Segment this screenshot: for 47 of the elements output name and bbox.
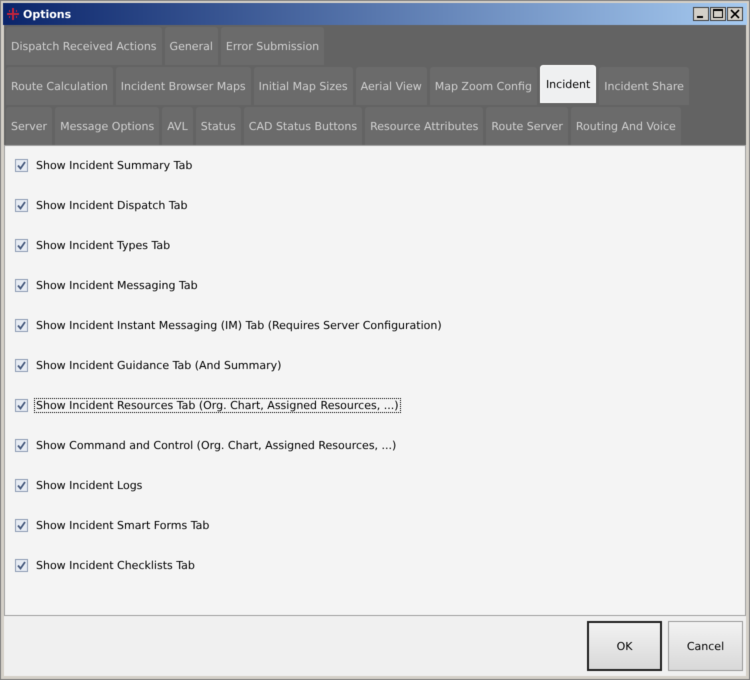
tab[interactable]: Map Zoom Config: [430, 67, 537, 105]
tab[interactable]: Incident Browser Maps: [116, 67, 251, 105]
ok-button[interactable]: OK: [587, 621, 662, 671]
checkbox[interactable]: [15, 559, 28, 572]
checkbox-label[interactable]: Show Incident Instant Messaging (IM) Tab (Requires Server Configuration): [34, 318, 444, 333]
cross-icon: [7, 8, 19, 20]
checkbox-label[interactable]: Show Incident Messaging Tab: [34, 278, 200, 293]
tab[interactable]: Route Server: [486, 107, 568, 145]
checkbox-label[interactable]: Show Incident Resources Tab (Org. Chart, Assigned Resources, ...): [34, 398, 400, 413]
checkbox-label[interactable]: Show Command and Control (Org. Chart, Assigned Resources, ...): [34, 438, 398, 453]
tab[interactable]: Incident Share: [599, 67, 689, 105]
tab[interactable]: Status: [196, 107, 241, 145]
checkbox-label[interactable]: Show Incident Checklists Tab: [34, 558, 197, 573]
tab[interactable]: Route Calculation: [6, 67, 113, 105]
checkbox-label[interactable]: Show Incident Types Tab: [34, 238, 172, 253]
close-icon[interactable]: [727, 7, 743, 21]
checkbox[interactable]: [15, 239, 28, 252]
tab[interactable]: Incident: [540, 65, 596, 103]
checkbox-label[interactable]: Show Incident Dispatch Tab: [34, 198, 190, 213]
tab[interactable]: CAD Status Buttons: [244, 107, 362, 145]
cancel-button[interactable]: Cancel: [668, 621, 743, 671]
tab[interactable]: General: [164, 27, 218, 65]
window-title: Options: [23, 8, 72, 20]
checkbox[interactable]: [15, 479, 28, 492]
tab[interactable]: Message Options: [55, 107, 160, 145]
checkbox[interactable]: [15, 159, 28, 172]
tab[interactable]: Error Submission: [220, 27, 324, 65]
checkbox-label[interactable]: Show Incident Smart Forms Tab: [34, 518, 212, 533]
checkbox[interactable]: [15, 439, 28, 452]
checkbox[interactable]: [15, 399, 28, 412]
minimize-icon[interactable]: [693, 7, 709, 21]
checkbox[interactable]: [15, 199, 28, 212]
tab[interactable]: Dispatch Received Actions: [6, 27, 162, 65]
tab[interactable]: Resource Attributes: [365, 107, 484, 145]
tab[interactable]: Initial Map Sizes: [254, 67, 353, 105]
checkbox-label[interactable]: Show Incident Summary Tab: [34, 158, 194, 173]
checkbox-label[interactable]: Show Incident Guidance Tab (And Summary): [34, 358, 284, 373]
checkbox[interactable]: [15, 519, 28, 532]
checkbox[interactable]: [15, 319, 28, 332]
checkbox[interactable]: [15, 359, 28, 372]
tab[interactable]: Routing And Voice: [570, 107, 681, 145]
tab[interactable]: Aerial View: [356, 67, 427, 105]
checkbox[interactable]: [15, 279, 28, 292]
maximize-icon[interactable]: [710, 7, 726, 21]
tab[interactable]: AVL: [162, 107, 193, 145]
tab[interactable]: Server: [6, 107, 52, 145]
checkbox-label[interactable]: Show Incident Logs: [34, 478, 144, 493]
